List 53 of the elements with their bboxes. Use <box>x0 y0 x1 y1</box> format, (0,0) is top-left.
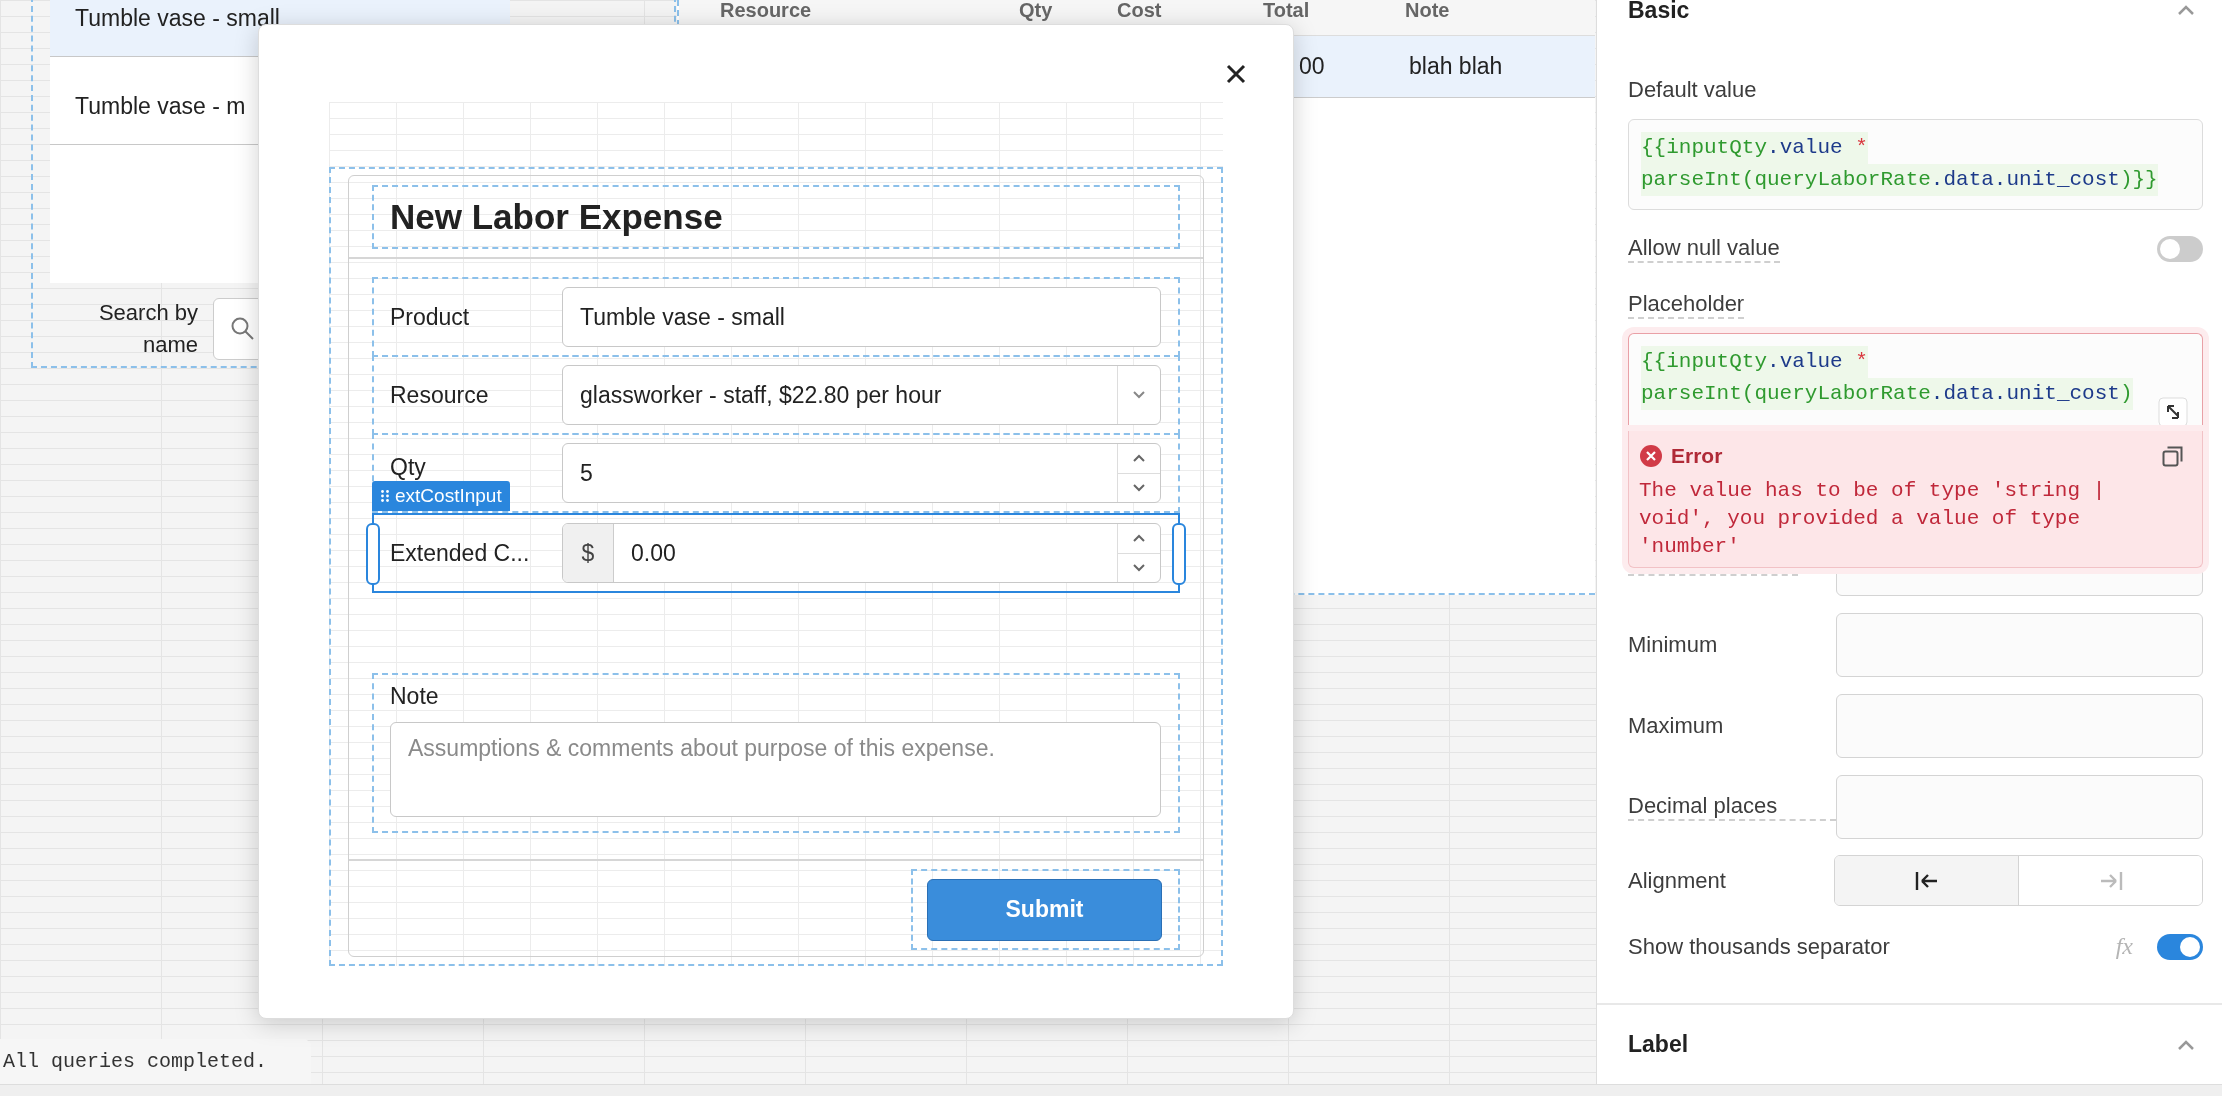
input-field[interactable] <box>1836 775 2203 840</box>
text-input[interactable]: Tumble vase - small <box>562 287 1161 347</box>
toggle-switch[interactable] <box>2157 933 2203 960</box>
drag-handle-icon[interactable] <box>380 489 390 503</box>
field-label: Alignment <box>1628 867 1727 894</box>
column-header[interactable]: Resource <box>720 0 1019 20</box>
expand-icon[interactable] <box>2158 397 2188 428</box>
code-text: {{inputQty.value * parseInt(queryLaborRate.data.unit_cost) <box>1641 346 2190 411</box>
status-message: All queries completed. <box>3 1050 268 1073</box>
error-message: The value has to be of type 'string | void', you provided a value of type 'number' <box>1639 478 2107 561</box>
field-label: Resource <box>390 381 490 409</box>
error-title: Error <box>1671 444 1724 469</box>
section-title[interactable]: Label <box>1628 1031 1689 1058</box>
field-label: Maximum <box>1628 713 1725 740</box>
toggle-switch[interactable] <box>2157 235 2203 262</box>
column-header[interactable]: Qty <box>1019 0 1117 20</box>
number-input[interactable]: $ 0.00 <box>562 523 1161 583</box>
field-label: Product <box>390 303 471 331</box>
code-text: {{inputQty.value * parseInt(queryLaborRate.data.unit_cost)}} <box>1641 131 2190 196</box>
resize-handle[interactable] <box>1172 523 1186 585</box>
number-input[interactable]: 5 <box>562 443 1161 503</box>
field-label: Default value <box>1628 76 1757 103</box>
select-field[interactable]: glassworker - staff, $22.80 per hour <box>562 365 1161 425</box>
chevron-down-icon[interactable] <box>1131 390 1147 400</box>
column-header[interactable]: Cost <box>1117 0 1263 20</box>
field-label: Allow null value <box>1628 234 1780 263</box>
form-title: New Labor Expense <box>390 197 723 237</box>
field-label: Qty <box>390 453 427 481</box>
input-field[interactable] <box>1836 694 2203 759</box>
resize-handle[interactable] <box>366 523 380 585</box>
close-icon <box>1225 63 1247 85</box>
search-label: Search by name <box>97 299 198 359</box>
chevron-up-icon[interactable] <box>1131 453 1147 464</box>
field-label: Show thousands separator <box>1628 933 1891 960</box>
chevron-down-icon[interactable] <box>1131 562 1147 573</box>
field-label: Note <box>390 683 440 710</box>
field-label: Minimum <box>1628 632 1719 659</box>
note-textarea[interactable]: Assumptions & comments about purpose of this expense. <box>390 722 1161 817</box>
copy-icon[interactable] <box>2162 445 2184 468</box>
code-editor[interactable]: {{inputQty.value * parseInt(queryLaborRate.data.unit_cost)}} <box>1628 118 2203 211</box>
error-icon <box>1639 444 1663 469</box>
input-field[interactable] <box>1836 613 2203 678</box>
field-label: Placeholder <box>1628 291 1745 320</box>
column-header[interactable]: Note <box>1405 0 1595 20</box>
field-label: Extended C... <box>390 539 531 567</box>
table-cell-text: blah blah <box>1408 53 1504 80</box>
column-header[interactable]: Total <box>1263 0 1405 20</box>
search-icon <box>230 316 256 342</box>
section-title[interactable]: Basic <box>1628 0 1690 24</box>
chevron-up-icon[interactable] <box>1131 533 1147 544</box>
component-tag[interactable]: extCostInput <box>372 481 510 511</box>
table-cell: 00 <box>1299 53 1325 80</box>
chevron-down-icon[interactable] <box>1131 482 1147 493</box>
